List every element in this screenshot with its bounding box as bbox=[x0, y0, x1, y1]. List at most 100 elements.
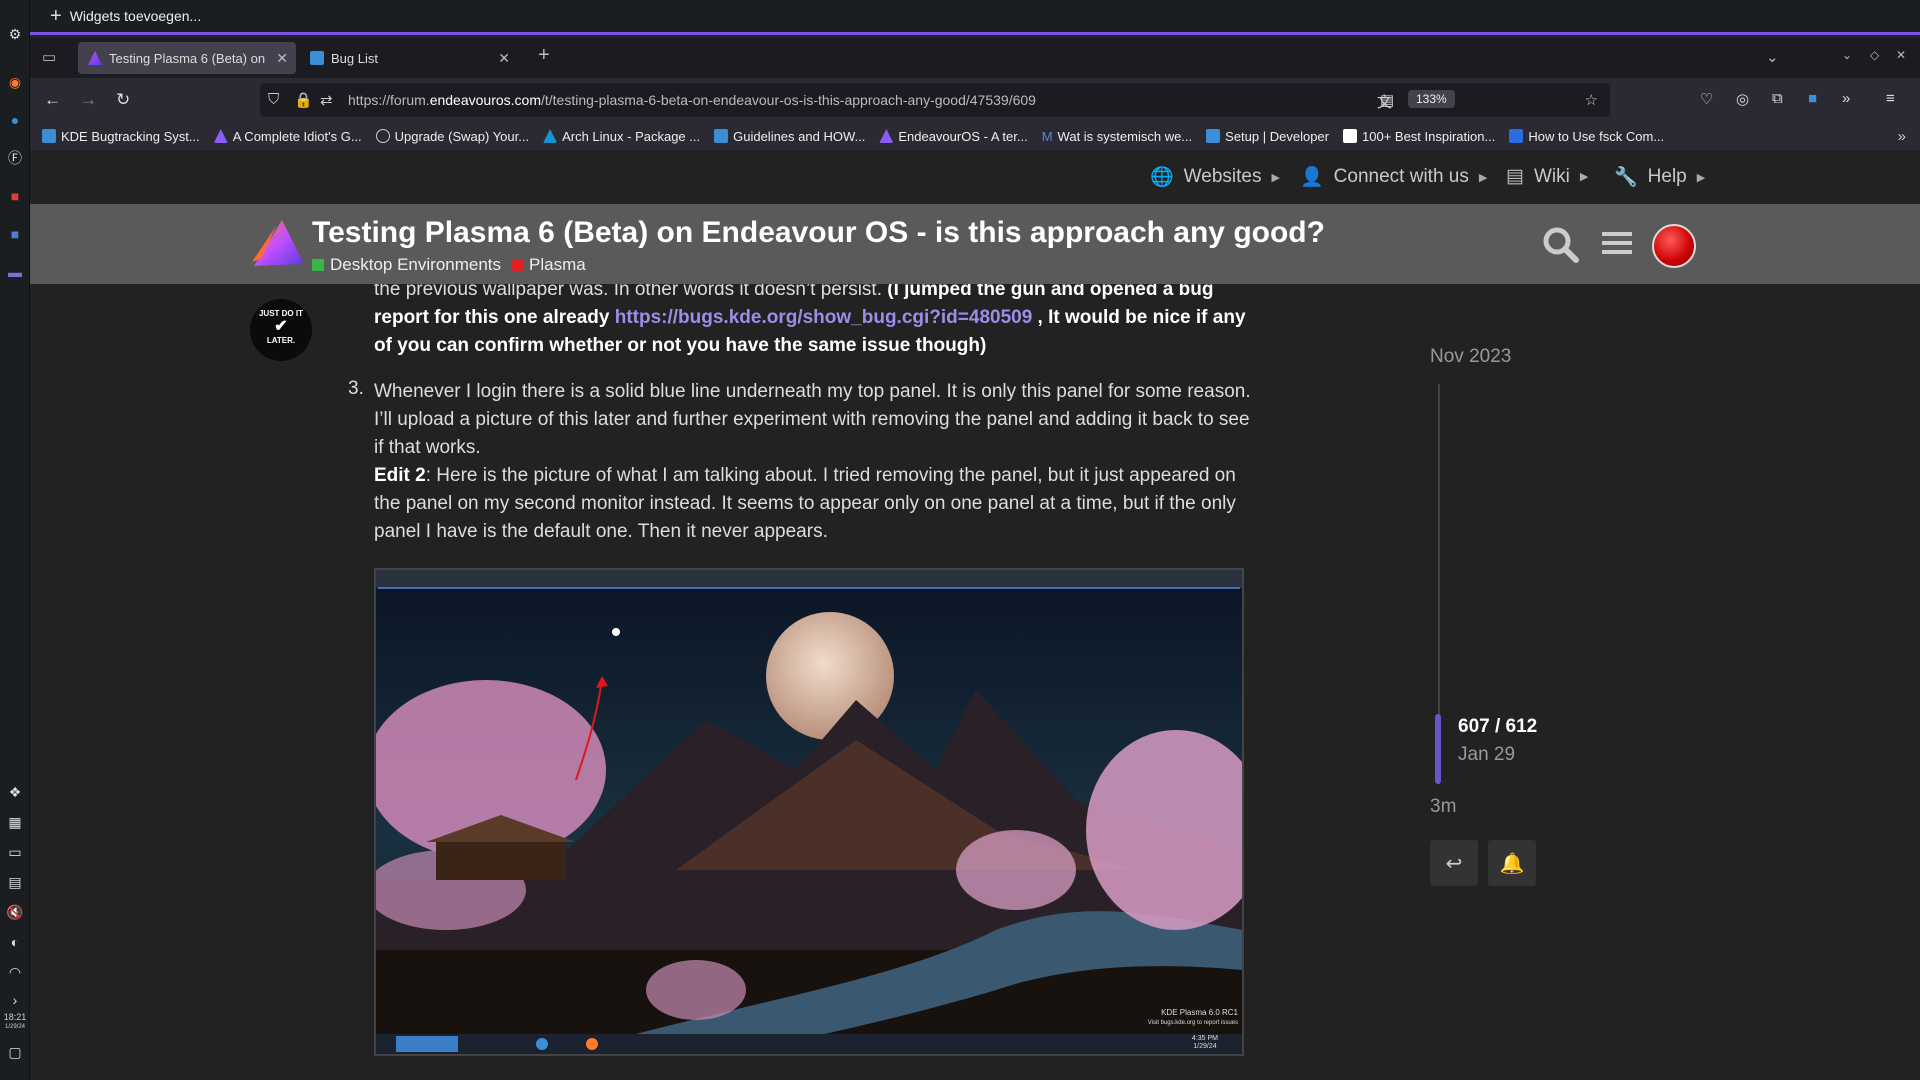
post-text: Whenever I login there is a solid blue l… bbox=[374, 381, 1251, 458]
tab-label: Bug List bbox=[331, 50, 378, 66]
nav-help[interactable]: 🔧 Help ▶ bbox=[1614, 165, 1705, 189]
bookmark-label: EndeavourOS - A ter... bbox=[898, 128, 1028, 144]
zoom-level[interactable]: 133% bbox=[1408, 90, 1455, 108]
url-prefix: https://forum. bbox=[348, 92, 430, 108]
tab-bug-list[interactable]: Bug List ✕ bbox=[300, 42, 518, 74]
terminal-icon[interactable]: ▭ bbox=[5, 842, 25, 862]
plasma-side-panel: ⚙ ◉ ● Ⓕ ■ ■ ▬ ❖ ▦ ▭ ▤ 🔇 ◐ ◠ › 18:21 1/29… bbox=[0, 0, 30, 1080]
reload-icon[interactable]: ↻ bbox=[116, 90, 130, 110]
clipboard-icon[interactable]: ▤ bbox=[5, 872, 25, 892]
firefox-icon[interactable]: ◉ bbox=[5, 72, 25, 92]
nav-connect[interactable]: 👤 Connect with us ▶ bbox=[1300, 165, 1487, 189]
tab-label: Testing Plasma 6 (Beta) on bbox=[109, 50, 266, 66]
panel-clock[interactable]: 18:21 1/29/24 bbox=[0, 1012, 30, 1032]
post-screenshot-image[interactable]: KDE Plasma 6.0 RC1 Visit bugs.kde.org to… bbox=[374, 568, 1244, 1056]
user-avatar[interactable] bbox=[1652, 224, 1696, 268]
list-all-tabs-icon[interactable]: ⌄ bbox=[1766, 48, 1779, 66]
dropbox-icon[interactable]: ❖ bbox=[5, 782, 25, 802]
bookmark-item[interactable]: A Complete Idiot's G... bbox=[213, 129, 362, 144]
nav-websites[interactable]: 🌐 Websites ▶ bbox=[1150, 165, 1280, 189]
account-icon[interactable]: ◎ bbox=[1736, 90, 1749, 108]
bookmark-item[interactable]: KDE Bugtracking Syst... bbox=[42, 129, 200, 144]
bug-report-link[interactable]: https://bugs.kde.org/show_bug.cgi?id=480… bbox=[615, 307, 1033, 328]
nav-connect-label: Connect with us bbox=[1333, 166, 1469, 187]
bookmarks-toolbar: KDE Bugtracking Syst... A Complete Idiot… bbox=[30, 122, 1920, 150]
bookmark-item[interactable]: M Wat is systemisch we... bbox=[1042, 129, 1192, 145]
kde-app-icon[interactable]: ■ bbox=[5, 224, 25, 244]
post-list-item-3: Whenever I login there is a solid blue l… bbox=[374, 378, 1254, 546]
close-tab-icon[interactable]: ✕ bbox=[276, 50, 288, 67]
volume-muted-icon[interactable]: 🔇 bbox=[5, 902, 25, 922]
screenshot-date: 1/29/24 bbox=[1193, 1043, 1217, 1050]
url-path: /t/testing-plasma-6-beta-on-endeavour-os… bbox=[541, 92, 1036, 108]
reply-button[interactable]: ↩ bbox=[1430, 840, 1478, 886]
timeline-start-date[interactable]: Nov 2023 bbox=[1430, 346, 1511, 368]
forward-icon[interactable]: → bbox=[80, 90, 97, 110]
bell-icon: 🔔 bbox=[1499, 852, 1525, 875]
lock-icon[interactable]: 🔒 bbox=[294, 91, 313, 109]
site-navigation: 🌐 Websites ▶ 👤 Connect with us ▶ ▤ Wiki ▶ 🔧 Hel… bbox=[30, 150, 1920, 204]
show-desktop-icon[interactable]: ▢ bbox=[5, 1042, 25, 1062]
close-window-icon[interactable]: ✕ bbox=[1896, 48, 1906, 62]
reply-icon: ↩ bbox=[1445, 852, 1463, 875]
thunderbird-icon[interactable]: ● bbox=[5, 110, 25, 130]
application-launcher-icon[interactable]: ⚙ bbox=[5, 24, 25, 44]
category-desktop-environments[interactable]: Desktop Environments bbox=[312, 255, 501, 275]
permissions-icon[interactable]: ⇄ bbox=[320, 91, 333, 109]
hamburger-menu-icon[interactable]: ≡ bbox=[1886, 90, 1895, 107]
timeline-scroller-handle[interactable] bbox=[1435, 714, 1441, 784]
f-app-icon[interactable]: Ⓕ bbox=[5, 148, 25, 168]
overflow-chevron-icon[interactable]: » bbox=[1842, 90, 1850, 107]
bookmark-item[interactable]: How to Use fsck Com... bbox=[1509, 129, 1664, 144]
timeline-last-activity[interactable]: 3m bbox=[1430, 796, 1456, 818]
flipboard-icon[interactable]: ■ bbox=[5, 186, 25, 206]
pocket-icon[interactable]: ♡ bbox=[1700, 90, 1713, 108]
add-widgets-bar[interactable]: + Widgets toevoegen... bbox=[30, 0, 1920, 35]
close-tab-icon[interactable]: ✕ bbox=[498, 50, 510, 67]
bookmark-label: KDE Bugtracking Syst... bbox=[61, 128, 200, 144]
endeavouros-logo[interactable] bbox=[248, 218, 306, 268]
hamburger-menu-icon[interactable] bbox=[1600, 226, 1634, 269]
caret-right-icon: ▶ bbox=[1696, 171, 1706, 184]
bookmark-item[interactable]: Guidelines and HOW... bbox=[714, 129, 865, 144]
bookmark-favicon-icon bbox=[42, 129, 56, 143]
extensions-icon[interactable]: ⧉ bbox=[1772, 90, 1783, 107]
more-bookmarks-icon[interactable]: » bbox=[1898, 128, 1906, 145]
category-color-swatch bbox=[511, 259, 524, 271]
tab-testing-plasma[interactable]: Testing Plasma 6 (Beta) on ✕ bbox=[78, 42, 296, 74]
url-bar[interactable]: ⛉ 🔒 ⇄ https://forum.endeavouros.com/t/te… bbox=[260, 83, 1610, 117]
chevron-right-icon[interactable]: › bbox=[5, 990, 25, 1010]
avatar-text-bottom: LATER. bbox=[266, 336, 296, 345]
notification-button[interactable]: 🔔 bbox=[1488, 840, 1536, 886]
search-icon[interactable] bbox=[1542, 226, 1580, 273]
shield-icon[interactable]: ⛉ bbox=[268, 91, 279, 108]
grid-icon[interactable]: ▦ bbox=[5, 812, 25, 832]
bookmark-star-icon[interactable]: ☆ bbox=[1585, 91, 1598, 109]
post: JUST DO IT ✔ LATER. the previous wallpap… bbox=[30, 279, 1920, 1080]
firefox-view-icon[interactable]: ▭ bbox=[42, 48, 56, 66]
web-page: 🌐 Websites ▶ 👤 Connect with us ▶ ▤ Wiki ▶ 🔧 Hel… bbox=[30, 150, 1920, 1080]
maximize-icon[interactable]: ◇ bbox=[1870, 48, 1879, 62]
category-plasma[interactable]: Plasma bbox=[511, 255, 586, 275]
new-tab-icon[interactable]: + bbox=[538, 44, 550, 67]
bookmark-item[interactable]: Setup | Developer bbox=[1206, 129, 1329, 144]
poster-avatar[interactable]: JUST DO IT ✔ LATER. bbox=[250, 299, 312, 361]
add-widgets-label: Widgets toevoegen... bbox=[69, 8, 202, 24]
wifi-icon[interactable]: ◠ bbox=[5, 962, 25, 982]
back-icon[interactable]: ← bbox=[44, 90, 61, 110]
clock-date: 1/29/24 bbox=[4, 1024, 26, 1030]
translate-icon[interactable]: 文 bbox=[1377, 91, 1392, 112]
bookmark-item[interactable]: Upgrade (Swap) Your... bbox=[375, 129, 529, 144]
bookmark-item[interactable]: 100+ Best Inspiration... bbox=[1343, 129, 1495, 144]
topic-title[interactable]: Testing Plasma 6 (Beta) on Endeavour OS … bbox=[312, 216, 1325, 250]
list-number: 3. bbox=[348, 378, 364, 399]
nav-wiki[interactable]: ▤ Wiki ▶ bbox=[1506, 165, 1588, 188]
addon-icon[interactable]: ■ bbox=[1808, 90, 1817, 107]
bookmark-item[interactable]: EndeavourOS - A ter... bbox=[879, 128, 1028, 144]
caret-right-icon: ▶ bbox=[1478, 171, 1488, 184]
update-icon[interactable]: ◐ bbox=[5, 932, 25, 952]
minimize-icon[interactable]: ⌄ bbox=[1842, 48, 1852, 62]
post-text: : Here is the picture of what I am talki… bbox=[374, 465, 1236, 542]
bookmark-item[interactable]: Arch Linux - Package ... bbox=[543, 129, 700, 144]
file-manager-icon[interactable]: ▬ bbox=[5, 262, 25, 282]
